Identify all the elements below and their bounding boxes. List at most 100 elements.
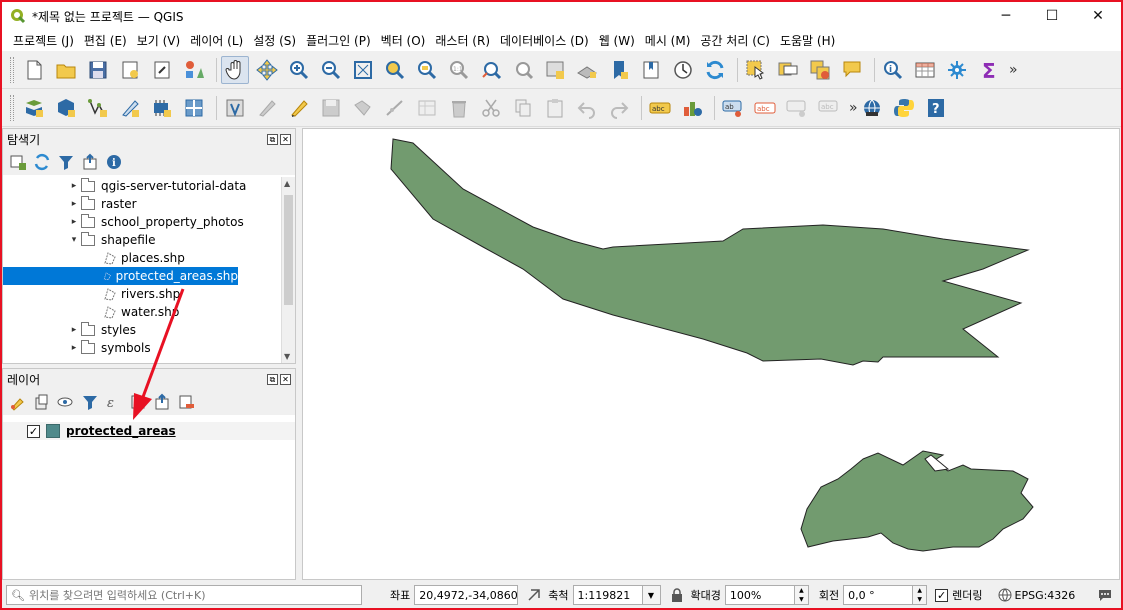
collapse-all-icon[interactable]	[81, 153, 99, 171]
new-map-view-icon[interactable]	[541, 56, 569, 84]
scrollbar-thumb[interactable]	[284, 195, 293, 305]
new-print-layout-icon[interactable]	[116, 56, 144, 84]
layer-visibility-checkbox[interactable]: ✓	[27, 424, 40, 438]
show-hide-labels-icon[interactable]	[783, 94, 811, 122]
coordinate-field[interactable]: 20,4972,-34,0860	[414, 585, 519, 605]
menu-processing[interactable]: 공간 처리 (C)	[695, 32, 775, 49]
locator-bar[interactable]: 🔍︎	[6, 585, 362, 605]
tree-item-raster[interactable]: ▸ raster	[3, 195, 283, 213]
float-panel-icon[interactable]: ⧉	[267, 373, 278, 385]
new-spatialite-layer-icon[interactable]	[148, 94, 176, 122]
expand-arrow-icon[interactable]: ▸	[67, 343, 81, 353]
zoom-out-icon[interactable]	[317, 56, 345, 84]
new-virtual-layer-icon[interactable]	[180, 94, 208, 122]
browser-scrollbar[interactable]: ▲ ▼	[281, 177, 295, 363]
scroll-up-icon[interactable]: ▲	[284, 179, 290, 188]
scale-dropdown-icon[interactable]: ▼	[642, 585, 661, 605]
zoom-full-icon[interactable]	[349, 56, 377, 84]
save-layer-edits-icon[interactable]	[317, 94, 345, 122]
add-feature-icon[interactable]	[349, 94, 377, 122]
current-edits-icon[interactable]	[221, 94, 249, 122]
menu-edit[interactable]: 편집 (E)	[79, 32, 132, 49]
tree-item-school-property-photos[interactable]: ▸ school_property_photos	[3, 213, 283, 231]
python-console-icon[interactable]	[890, 94, 918, 122]
menu-vector[interactable]: 벡터 (O)	[376, 32, 431, 49]
pin-labels-icon[interactable]: abc	[751, 94, 779, 122]
layer-styling-icon[interactable]	[9, 393, 27, 411]
menu-settings[interactable]: 설정 (S)	[248, 32, 301, 49]
open-project-icon[interactable]	[52, 56, 80, 84]
paste-features-icon[interactable]	[541, 94, 569, 122]
remove-layer-icon[interactable]	[177, 393, 195, 411]
add-group-icon[interactable]	[33, 393, 51, 411]
undo-icon[interactable]	[573, 94, 601, 122]
minimize-button[interactable]: ─	[983, 2, 1029, 30]
copy-features-icon[interactable]	[509, 94, 537, 122]
add-selected-layers-icon[interactable]	[9, 153, 27, 171]
zoom-to-selection-icon[interactable]	[381, 56, 409, 84]
zoom-native-icon[interactable]: 1:1	[445, 56, 473, 84]
toolbar-overflow-button[interactable]: »	[849, 100, 858, 116]
move-label-icon[interactable]: abc	[815, 94, 843, 122]
menu-layer[interactable]: 레이어 (L)	[185, 32, 248, 49]
show-bookmarks-icon[interactable]	[637, 56, 665, 84]
highlight-pinned-labels-icon[interactable]: ab	[719, 94, 747, 122]
locator-search-input[interactable]	[28, 588, 349, 602]
tree-item-qgis-server-tutorial-data[interactable]: ▸ qgis-server-tutorial-data	[3, 177, 283, 195]
rotation-field[interactable]: 0,0 °	[843, 585, 914, 605]
tree-item-protected-areas-shp[interactable]: protected_areas.shp	[3, 267, 238, 285]
lock-scale-icon[interactable]	[669, 587, 685, 603]
pan-map-icon[interactable]	[221, 55, 249, 84]
menu-raster[interactable]: 래스터 (R)	[430, 32, 495, 49]
menu-web[interactable]: 웹 (W)	[594, 32, 640, 49]
expand-arrow-icon[interactable]: ▸	[67, 217, 81, 227]
menu-project[interactable]: 프로젝트 (J)	[8, 32, 79, 49]
label-toolbar-icon[interactable]: abc	[646, 94, 674, 122]
style-manager-icon[interactable]	[180, 56, 208, 84]
processing-toolbox-icon[interactable]	[943, 56, 971, 84]
redo-icon[interactable]	[605, 94, 633, 122]
menu-plugins[interactable]: 플러그인 (P)	[301, 32, 376, 49]
zoom-to-layer-icon[interactable]	[413, 56, 441, 84]
magnifier-spinner[interactable]: ▲ ▼	[794, 585, 809, 605]
select-by-value-icon[interactable]	[774, 56, 802, 84]
properties-info-icon[interactable]: i	[105, 153, 123, 171]
new-geopackage-layer-icon[interactable]	[52, 94, 80, 122]
maximize-button[interactable]: ☐	[1029, 2, 1075, 30]
zoom-last-icon[interactable]	[477, 56, 505, 84]
vertex-tool-icon[interactable]	[381, 94, 409, 122]
modify-attributes-icon[interactable]	[413, 94, 441, 122]
expand-arrow-icon[interactable]: ▸	[67, 181, 81, 191]
zoom-in-icon[interactable]	[285, 56, 313, 84]
tree-item-shapefile[interactable]: ▾ shapefile	[3, 231, 283, 249]
protected-area-polygon-north[interactable]	[390, 138, 1030, 366]
toolbar-grip[interactable]	[10, 94, 14, 121]
tree-item-symbols[interactable]: ▸ symbols	[3, 339, 283, 357]
close-panel-icon[interactable]: ✕	[280, 133, 291, 145]
cut-features-icon[interactable]	[477, 94, 505, 122]
toolbar-grip[interactable]	[10, 56, 14, 83]
menu-database[interactable]: 데이터베이스 (D)	[495, 32, 594, 49]
diagram-options-icon[interactable]	[678, 94, 706, 122]
expand-all-icon[interactable]	[129, 393, 147, 411]
tree-item-water-shp[interactable]: water.shp	[3, 303, 283, 321]
refresh-browser-icon[interactable]	[33, 153, 51, 171]
crs-globe-icon[interactable]	[997, 587, 1013, 603]
close-button[interactable]: ✕	[1075, 2, 1121, 30]
crs-button[interactable]: EPSG:4326	[1015, 589, 1076, 602]
deselect-features-icon[interactable]	[806, 56, 834, 84]
zoom-next-icon[interactable]	[509, 56, 537, 84]
scroll-down-icon[interactable]: ▼	[284, 352, 290, 361]
menu-mesh[interactable]: 메시 (M)	[640, 32, 696, 49]
collapse-arrow-icon[interactable]: ▾	[67, 235, 81, 245]
data-source-manager-icon[interactable]	[20, 94, 48, 122]
delete-selected-icon[interactable]	[445, 94, 473, 122]
filter-by-expression-icon[interactable]: ε	[105, 393, 123, 411]
temporal-controller-icon[interactable]	[669, 56, 697, 84]
messages-icon[interactable]	[1097, 587, 1113, 603]
statistical-summary-icon[interactable]: Σ	[975, 56, 1003, 84]
new-scratch-layer-icon[interactable]	[116, 94, 144, 122]
layout-manager-icon[interactable]	[148, 56, 176, 84]
identify-features-icon[interactable]: i	[879, 56, 907, 84]
protected-area-polygon-south[interactable]	[800, 450, 1034, 552]
